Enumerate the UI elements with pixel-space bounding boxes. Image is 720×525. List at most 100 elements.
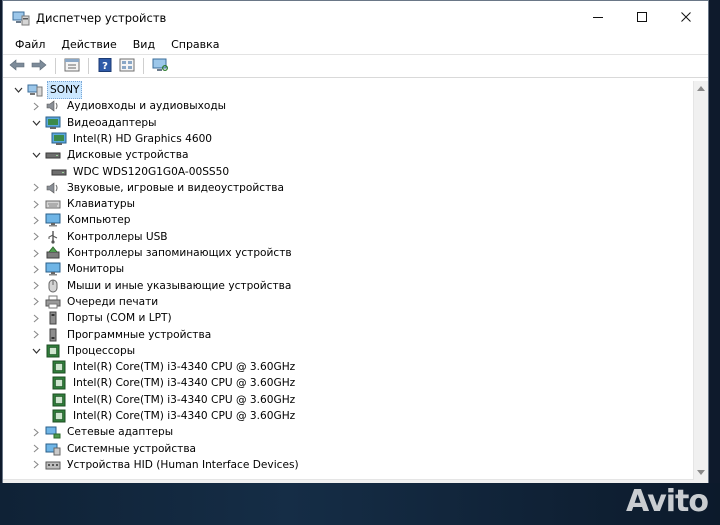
tree-item[interactable]: Мыши и иные указывающие устройства xyxy=(31,278,293,294)
title-bar[interactable]: Диспетчер устройств xyxy=(3,1,708,35)
chevron-right-icon[interactable] xyxy=(31,327,41,343)
avito-watermark: Avito xyxy=(626,484,709,519)
toolbar-separator xyxy=(143,58,144,74)
device-tree: SONY Аудиовходы и аудиовыходы Видеоадаптер… xyxy=(3,81,694,480)
tree-item-label: Intel(R) Core(TM) i3-4340 CPU @ 3.60GHz xyxy=(73,410,296,422)
tree-item[interactable]: Очереди печати xyxy=(31,294,160,310)
chevron-down-icon[interactable] xyxy=(13,82,23,98)
tree-item-label: Intel(R) HD Graphics 4600 xyxy=(73,132,213,145)
toolbar-separator xyxy=(55,58,56,74)
tree-item-label: Звуковые, игровые и видеоустройства xyxy=(67,181,284,194)
chevron-down-icon[interactable] xyxy=(31,115,41,131)
properties-button[interactable] xyxy=(62,57,82,75)
tree-item[interactable]: WDC WDS120G1G0A-00SS50 xyxy=(47,164,231,180)
tree-item[interactable]: Аудиовходы и аудиовыходы xyxy=(31,98,228,114)
tree-item[interactable]: Intel(R) HD Graphics 4600 xyxy=(47,131,214,147)
tree-item[interactable]: Дисковые устройства xyxy=(31,147,190,163)
tree-item[interactable]: Видеоадаптеры xyxy=(31,115,159,131)
chevron-right-icon[interactable] xyxy=(31,180,41,196)
cpu-icon xyxy=(51,360,67,374)
tree-item[interactable]: Устройства HID (Human Interface Devices) xyxy=(31,457,301,473)
chevron-right-icon[interactable] xyxy=(31,261,41,277)
chevron-right-icon[interactable] xyxy=(31,98,41,114)
tree-item[interactable]: Программные устройства xyxy=(31,327,213,343)
disk-drive-icon xyxy=(51,165,67,179)
tree-item-label: Компьютер xyxy=(67,214,131,227)
monitor-scan-icon xyxy=(152,58,169,75)
tree-item[interactable]: Процессоры xyxy=(31,343,137,359)
keyboard-icon xyxy=(45,197,61,211)
tree-item-label: Контроллеры USB xyxy=(67,230,168,243)
tree-item[interactable]: Intel(R) Core(TM) i3-4340 CPU @ 3.60GHz xyxy=(47,375,297,391)
menu-file[interactable]: Файл xyxy=(7,36,53,53)
cpu-icon xyxy=(51,376,67,390)
forward-arrow-icon xyxy=(31,58,47,75)
maximize-button[interactable] xyxy=(620,1,664,35)
properties-icon xyxy=(64,58,80,75)
computer-icon xyxy=(27,83,43,97)
chevron-right-icon[interactable] xyxy=(31,245,41,261)
menu-view[interactable]: Вид xyxy=(125,36,163,53)
close-icon xyxy=(680,11,692,26)
menu-help[interactable]: Справка xyxy=(163,36,227,53)
chevron-right-icon[interactable] xyxy=(31,441,41,457)
tree-item-label: Дисковые устройства xyxy=(67,149,189,162)
tree-item[interactable]: Intel(R) Core(TM) i3-4340 CPU @ 3.60GHz xyxy=(47,359,297,375)
tree-item-label: Очереди печати xyxy=(67,295,159,308)
chevron-right-icon[interactable] xyxy=(31,278,41,294)
tree-item-label: Клавиатуры xyxy=(67,198,135,211)
tree-item-label: Сетевые адаптеры xyxy=(67,426,174,439)
chevron-right-icon[interactable] xyxy=(31,310,41,326)
cpu-icon xyxy=(45,344,61,358)
chevron-right-icon[interactable] xyxy=(31,424,41,440)
toolbar: ? xyxy=(3,55,708,78)
scroll-up-icon[interactable] xyxy=(694,81,708,95)
tree-item[interactable]: Intel(R) Core(TM) i3-4340 CPU @ 3.60GHz xyxy=(47,392,297,408)
display-adapter-icon xyxy=(51,132,67,146)
disk-drive-icon xyxy=(45,148,61,162)
tree-item[interactable]: Компьютер xyxy=(31,212,133,228)
tree-item-label: Intel(R) Core(TM) i3-4340 CPU @ 3.60GHz xyxy=(73,361,296,374)
network-adapter-icon xyxy=(45,425,61,439)
usb-icon xyxy=(45,230,61,244)
tree-item-label: Мыши и иные указывающие устройства xyxy=(67,279,292,292)
help-icon: ? xyxy=(97,57,113,75)
back-button[interactable] xyxy=(7,57,27,75)
scroll-down-icon[interactable] xyxy=(694,466,708,480)
display-adapter-icon xyxy=(45,116,61,130)
chevron-right-icon[interactable] xyxy=(31,212,41,228)
device-manager-icon xyxy=(12,10,30,26)
vertical-scrollbar[interactable] xyxy=(693,81,708,480)
storage-controller-icon xyxy=(45,246,61,260)
tree-item-label: Системные устройства xyxy=(67,442,197,455)
chevron-right-icon[interactable] xyxy=(31,196,41,212)
forward-button[interactable] xyxy=(29,57,49,75)
tree-item[interactable]: Звуковые, игровые и видеоустройства xyxy=(31,180,286,196)
tree-item[interactable]: Порты (COM и LPT) xyxy=(31,310,174,326)
tree-item-label: Процессоры xyxy=(67,344,136,357)
chevron-right-icon[interactable] xyxy=(31,457,41,473)
back-arrow-icon xyxy=(9,58,25,75)
tree-item[interactable]: Сетевые адаптеры xyxy=(31,424,175,440)
chevron-right-icon[interactable] xyxy=(31,229,41,245)
minimize-button[interactable] xyxy=(576,1,620,35)
close-button[interactable] xyxy=(664,1,708,35)
tree-item[interactable]: Мониторы xyxy=(31,261,126,277)
menu-action[interactable]: Действие xyxy=(53,36,124,53)
tree-item[interactable]: Intel(R) Core(TM) i3-4340 CPU @ 3.60GHz xyxy=(47,408,297,424)
tree-item-label: Intel(R) Core(TM) i3-4340 CPU @ 3.60GHz xyxy=(73,377,296,390)
tree-item-label: Intel(R) Core(TM) i3-4340 CPU @ 3.60GHz xyxy=(73,393,296,406)
device-manager-window: Диспетчер устройств Файл Действие Вид Сп… xyxy=(2,0,709,495)
tree-item[interactable]: Контроллеры USB xyxy=(31,229,170,245)
chevron-right-icon[interactable] xyxy=(31,294,41,310)
help-button[interactable]: ? xyxy=(95,57,115,75)
tree-item[interactable]: Клавиатуры xyxy=(31,196,137,212)
chevron-down-icon[interactable] xyxy=(31,343,41,359)
chevron-down-icon[interactable] xyxy=(31,147,41,163)
tree-item[interactable]: Контроллеры запоминающих устройств xyxy=(31,245,294,261)
scan-hardware-button[interactable] xyxy=(150,57,170,75)
view-button[interactable] xyxy=(117,57,137,75)
tree-item[interactable]: Системные устройства xyxy=(31,441,198,457)
tree-item[interactable]: SONY xyxy=(13,81,83,99)
maximize-icon xyxy=(636,11,648,26)
